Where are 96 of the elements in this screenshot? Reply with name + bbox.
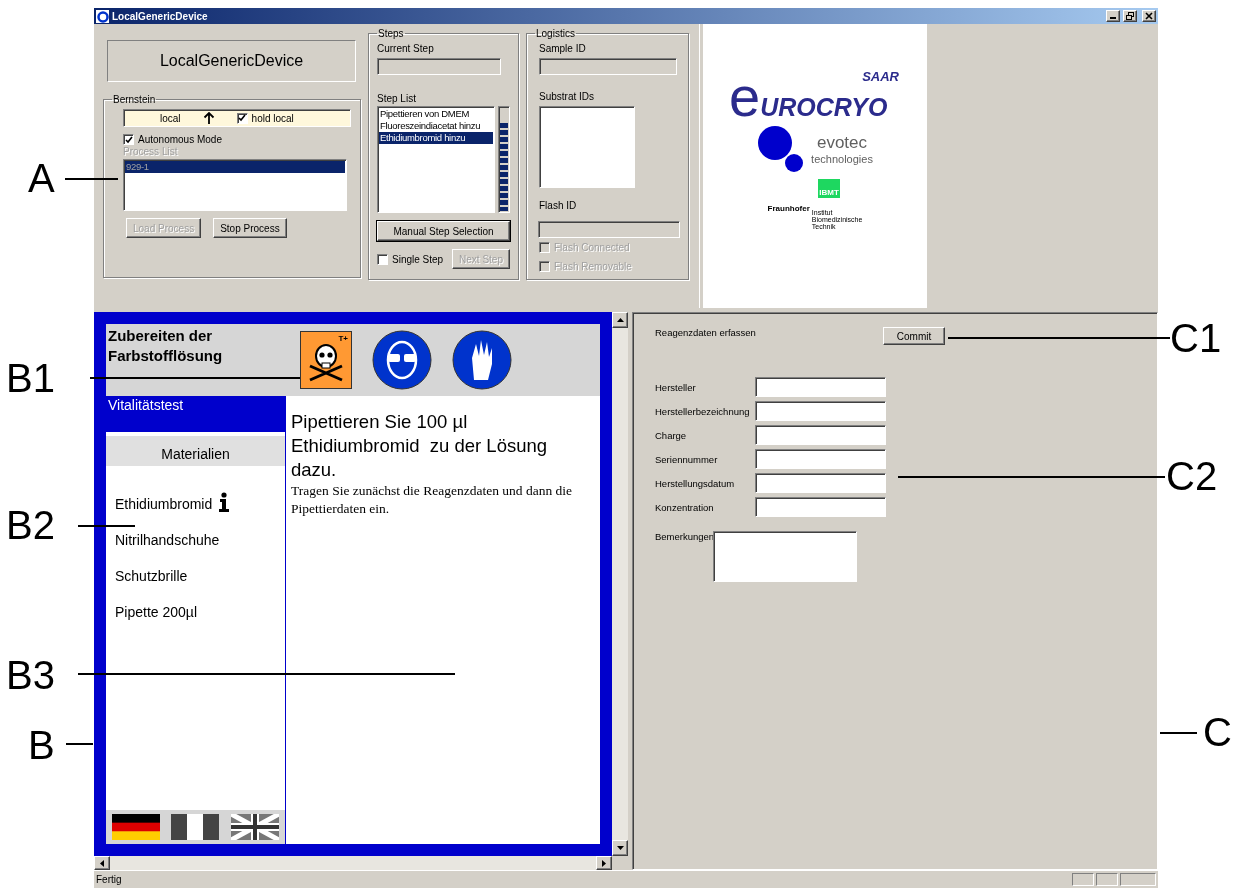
callout-label: B2 xyxy=(6,505,55,545)
status-bar-panel xyxy=(1072,873,1094,886)
remarks-label: Bemerkungen xyxy=(655,531,713,544)
current-step-field[interactable] xyxy=(377,58,501,75)
field-label: Charge xyxy=(655,429,688,441)
status-text: Fertig xyxy=(96,874,123,885)
german-flag-icon[interactable] xyxy=(111,814,160,840)
sample-id-field[interactable] xyxy=(539,58,677,75)
left-arrow-icon[interactable] xyxy=(100,859,104,867)
logo-region: SAAR xyxy=(862,69,899,84)
logo-initial: e xyxy=(729,75,761,119)
right-arrow-icon[interactable] xyxy=(602,859,606,867)
minimize-button[interactable] xyxy=(1106,10,1120,22)
hint-text: Tragen Sie zunächst die Reagenzdaten und dann die Pipettierdaten ein. xyxy=(291,482,574,518)
app-icon xyxy=(96,9,109,23)
evotec-name: evotec xyxy=(816,133,868,153)
input-field[interactable] xyxy=(755,473,886,493)
checkbox-label: Autonomous Mode xyxy=(138,134,222,145)
up-arrow-icon[interactable] xyxy=(616,318,624,322)
section-tab[interactable]: Vitalitätstest xyxy=(106,396,285,432)
window-title: LocalGenericDevice xyxy=(112,10,209,22)
input-field[interactable] xyxy=(755,401,886,421)
manual-step-button[interactable]: Manual Step Selection xyxy=(377,221,510,241)
form-title: Reagenzdaten erfassen xyxy=(655,327,757,338)
safety-goggles-icon xyxy=(372,330,432,390)
hold-local-checkbox[interactable] xyxy=(236,112,248,124)
input-field[interactable] xyxy=(755,425,886,445)
material-item[interactable]: Nitrilhandschuhe xyxy=(115,532,220,548)
checkbox-label: hold local xyxy=(251,112,294,124)
step-list-item[interactable]: Fluoreszeindiacetat hinzu xyxy=(379,120,493,132)
close-button[interactable] xyxy=(1142,10,1156,22)
input-field[interactable] xyxy=(755,377,886,397)
process-button[interactable]: Stop Process xyxy=(213,218,287,238)
status-bar-panel xyxy=(1096,873,1118,886)
autonomous-mode-checkbox[interactable] xyxy=(123,134,134,145)
material-item[interactable]: Ethidiumbromid xyxy=(115,496,213,512)
down-arrow-icon[interactable] xyxy=(616,846,624,850)
callout-label: A xyxy=(28,158,55,198)
substrat-ids-label: Substrat IDs xyxy=(538,91,596,102)
materials-heading: Materialien xyxy=(106,436,285,466)
protective-gloves-icon xyxy=(452,330,512,390)
field-label: Hersteller xyxy=(655,381,697,393)
material-item[interactable]: Schutzbrille xyxy=(115,568,188,584)
callout-label: C1 xyxy=(1170,318,1222,358)
ibmt-badge: IBMT xyxy=(818,179,840,198)
single-step-checkbox[interactable] xyxy=(377,253,388,265)
restore-icon xyxy=(1126,12,1134,20)
leader-line xyxy=(66,743,93,745)
input-field[interactable] xyxy=(755,497,886,517)
leader-line xyxy=(1160,732,1197,734)
field-label: Seriennummer xyxy=(655,453,719,465)
callout-label: B3 xyxy=(6,655,55,695)
step-list-label: Step List xyxy=(377,93,417,104)
info-icon[interactable] xyxy=(218,492,231,512)
restore-button[interactable] xyxy=(1123,10,1137,22)
evotec-subtitle: technologies xyxy=(811,153,873,165)
sample-id-label: Sample ID xyxy=(538,43,587,54)
field-label: Herstellungsdatum xyxy=(655,477,736,489)
status-bar-panel xyxy=(1120,873,1156,886)
flash-id-field[interactable] xyxy=(538,221,680,238)
callout-label: B1 xyxy=(6,358,55,398)
field-label: Konzentration xyxy=(655,501,715,513)
vertical-scrollbar[interactable] xyxy=(612,312,628,856)
material-item[interactable]: Pipette 200µl xyxy=(115,604,197,620)
current-step-label: Current Step xyxy=(377,43,435,54)
step-list[interactable]: Pipettieren von DMEM Fluoreszeindiacetat hinzu Ethidiumbromid hinzu xyxy=(377,106,495,213)
up-arrow-icon xyxy=(202,112,215,124)
group-title: Bernstein xyxy=(112,94,157,105)
leader-line xyxy=(65,178,118,180)
fraunhofer-name: Fraunhofer xyxy=(767,204,810,213)
remarks-field[interactable] xyxy=(713,531,857,582)
french-flag-icon[interactable] xyxy=(171,814,220,840)
hazard-code: T+ xyxy=(338,334,348,343)
logo-name: UROCRYO xyxy=(760,95,888,119)
device-title: LocalGenericDevice xyxy=(107,40,356,82)
substrat-ids-list[interactable] xyxy=(539,106,635,188)
horizontal-scrollbar[interactable] xyxy=(94,856,612,870)
callout-label: C xyxy=(1203,712,1232,752)
group-title: Steps xyxy=(377,28,405,39)
group-title: Logistics xyxy=(535,28,576,39)
step-list-item[interactable]: Pipettieren von DMEM xyxy=(379,108,493,120)
instruction-title: Zubereiten der Farbstofflösung xyxy=(108,326,224,366)
field-label: Herstellerbezeichnung xyxy=(655,405,751,417)
evotec-circles-icon xyxy=(757,125,804,173)
step-list-item[interactable]: Ethidiumbromid hinzu xyxy=(379,132,493,144)
step-instruction: Pipettieren Sie 100 µl Ethidiumbromid zu der Lösung dazu. xyxy=(291,410,549,482)
commit-button[interactable]: Commit xyxy=(883,327,945,345)
british-flag-icon[interactable] xyxy=(231,814,280,840)
leader-line xyxy=(78,525,135,527)
input-field[interactable] xyxy=(755,449,886,469)
callout-label: C2 xyxy=(1166,456,1218,496)
mode-label: local xyxy=(160,112,181,124)
close-icon xyxy=(1145,12,1153,20)
callout-label: B xyxy=(28,725,55,765)
checkbox-label: Single Step xyxy=(392,253,444,265)
flash-id-label: Flash ID xyxy=(538,200,578,211)
